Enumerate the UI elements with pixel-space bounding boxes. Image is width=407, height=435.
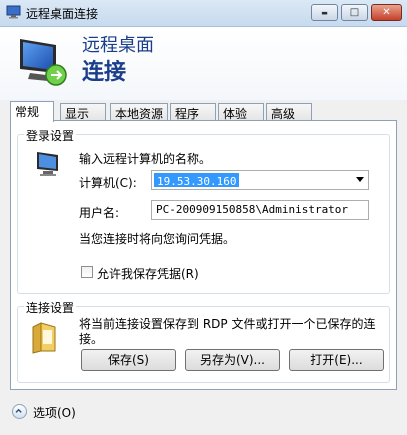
computer-name-prompt: 输入远程计算机的名称。 [79, 152, 212, 166]
chevron-up-icon[interactable] [12, 404, 27, 419]
open-button[interactable]: 打开(E)... [289, 349, 384, 371]
remote-desktop-small-icon [6, 5, 21, 19]
header-title-line2: 连接 [82, 60, 127, 85]
title-bar: 远程桌面连接 ▬ □ ✕ [0, 0, 407, 27]
tab-display[interactable]: 显示 [60, 103, 106, 121]
connection-description: 将当前连接设置保存到 RDP 文件或打开一个已保存的连接。 [79, 317, 376, 346]
tab-panel-general: 登录设置 输入远程计算机的名称。 计算机(C): 19.53.30.160 用户… [10, 120, 397, 390]
chevron-down-icon[interactable] [356, 177, 364, 182]
tab-general[interactable]: 常规 [10, 101, 54, 122]
login-settings-title: 登录设置 [24, 127, 77, 144]
tab-programs[interactable]: 程序 [170, 103, 216, 121]
connection-settings-group: 连接设置 将当前连接设置保存到 RDP 文件或打开一个已保存的连接。 保存(S)… [17, 299, 390, 383]
folder-icon [32, 322, 56, 354]
close-button[interactable]: ✕ [371, 4, 402, 21]
username-label: 用户名: [79, 206, 120, 220]
tab-local-resources[interactable]: 本地资源 [110, 103, 168, 121]
minimize-button[interactable]: ▬ [311, 4, 338, 21]
tab-advanced[interactable]: 高级 [266, 103, 312, 121]
save-as-button[interactable]: 另存为(V)... [185, 349, 280, 371]
save-button[interactable]: 保存(S) [81, 349, 176, 371]
computer-label: 计算机(C): [79, 176, 137, 190]
options-label[interactable]: 选项(O) [33, 404, 76, 421]
computer-value: 19.53.30.160 [154, 173, 240, 187]
credentials-note: 当您连接时将向您询问凭据。 [79, 232, 236, 246]
computer-icon [37, 152, 58, 176]
login-settings-group: 登录设置 输入远程计算机的名称。 计算机(C): 19.53.30.160 用户… [17, 127, 390, 294]
computer-combobox[interactable]: 19.53.30.160 [151, 170, 369, 190]
connection-settings-title: 连接设置 [24, 299, 77, 316]
minimize-icon: ▬ [321, 8, 328, 17]
maximize-icon: □ [349, 7, 360, 18]
window-title: 远程桌面连接 [26, 7, 99, 21]
maximize-button[interactable]: □ [341, 4, 368, 21]
close-icon: ✕ [382, 7, 391, 18]
tab-experience[interactable]: 体验 [218, 103, 264, 121]
save-credentials-checkbox[interactable] [81, 266, 93, 278]
username-field[interactable]: PC-200909150858\Administrator [151, 200, 369, 220]
remote-desktop-monitor-icon [20, 39, 67, 86]
save-credentials-label[interactable]: 允许我保存凭据(R) [97, 265, 199, 282]
header-banner: 远程桌面 连接 [0, 27, 407, 100]
